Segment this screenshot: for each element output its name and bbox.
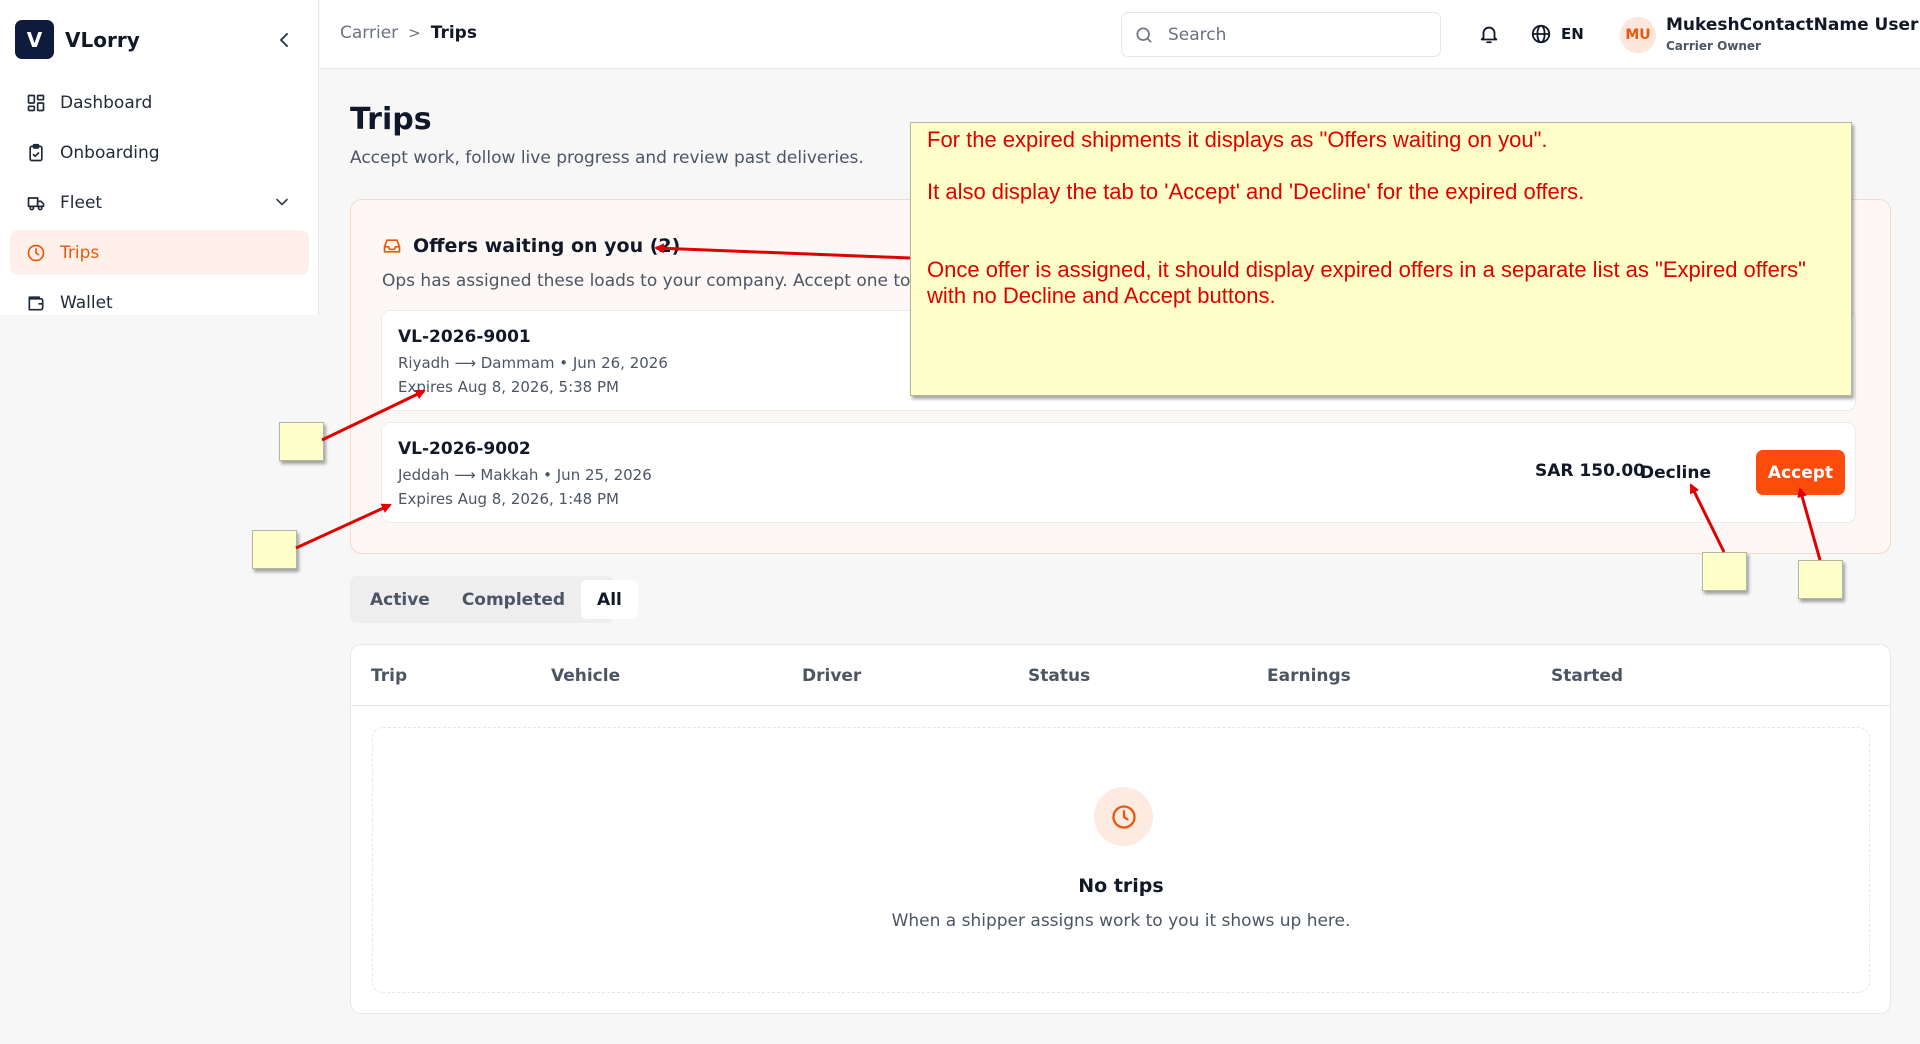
table-header: Trip Vehicle Driver Status Earnings Star… xyxy=(351,645,1890,706)
user-role: Carrier Owner xyxy=(1666,39,1761,53)
grid-icon xyxy=(26,93,46,113)
chevron-down-icon[interactable] xyxy=(272,192,292,212)
trip-filter-tabs: Active Completed All xyxy=(350,576,638,623)
top-header: Carrier > Trips EN MU MukeshContactName … xyxy=(320,0,1920,69)
breadcrumb-carrier[interactable]: Carrier xyxy=(340,23,398,43)
sidebar-item-onboarding[interactable]: Onboarding xyxy=(10,130,309,175)
annotation-sticky-note xyxy=(1702,552,1747,591)
brand-name: VLorry xyxy=(65,27,140,52)
empty-state: No trips When a shipper assigns work to … xyxy=(372,727,1870,993)
sidebar-item-fleet[interactable]: Fleet xyxy=(10,180,309,225)
page-title: Trips xyxy=(350,102,432,137)
annotation-line: Once offer is assigned, it should displa… xyxy=(927,257,1806,308)
globe-icon xyxy=(1530,23,1552,45)
offer-card[interactable]: VL-2026-9002 Jeddah ⟶ Makkah • Jun 25, 2… xyxy=(381,422,1856,523)
sidebar: V VLorry Dashboard Onboarding Fleet Trip… xyxy=(0,0,319,315)
breadcrumb-separator: > xyxy=(408,24,421,42)
bell-icon[interactable] xyxy=(1478,23,1500,45)
annotation-sticky-note xyxy=(1798,560,1843,599)
sidebar-item-label: Trips xyxy=(60,242,100,263)
clipboard-icon xyxy=(26,143,46,163)
annotation-sticky-note xyxy=(279,422,324,461)
search-icon xyxy=(1134,25,1154,45)
empty-state-title: No trips xyxy=(1078,875,1164,897)
inbox-icon xyxy=(382,236,402,256)
tab-all[interactable]: All xyxy=(581,580,638,619)
offer-expiry: Expires Aug 8, 2026, 1:48 PM xyxy=(398,490,619,508)
offers-heading-text: Offers waiting on you (2) xyxy=(413,235,681,257)
offer-route: Jeddah ⟶ Makkah • Jun 25, 2026 xyxy=(398,466,652,484)
trips-table: Trip Vehicle Driver Status Earnings Star… xyxy=(350,644,1891,1014)
sidebar-item-label: Onboarding xyxy=(60,142,160,163)
annotation-sticky-note xyxy=(252,530,297,569)
search-input[interactable] xyxy=(1166,23,1406,46)
page-subtitle: Accept work, follow live progress and re… xyxy=(350,148,864,168)
column-header-trip[interactable]: Trip xyxy=(371,666,407,686)
annotation-line: It also display the tab to 'Accept' and … xyxy=(927,179,1585,204)
collapse-sidebar-icon[interactable] xyxy=(272,28,296,52)
language-switcher[interactable]: EN xyxy=(1530,23,1584,45)
breadcrumb-current: Trips xyxy=(430,23,477,43)
offers-heading: Offers waiting on you (2) xyxy=(382,235,680,257)
accept-button[interactable]: Accept xyxy=(1756,450,1845,495)
clock-icon xyxy=(1094,787,1153,846)
annotation-line: For the expired shipments it displays as… xyxy=(927,127,1548,152)
tab-completed[interactable]: Completed xyxy=(446,580,581,619)
offers-description: Ops has assigned these loads to your com… xyxy=(382,271,941,291)
column-header-vehicle[interactable]: Vehicle xyxy=(551,666,620,686)
sidebar-item-label: Fleet xyxy=(60,192,103,213)
empty-state-description: When a shipper assigns work to you it sh… xyxy=(891,911,1351,931)
annotation-note: For the expired shipments it displays as… xyxy=(910,122,1852,396)
tab-active[interactable]: Active xyxy=(354,580,446,619)
wallet-icon xyxy=(26,293,46,313)
offer-id: VL-2026-9001 xyxy=(398,327,531,347)
avatar: MU xyxy=(1620,17,1656,53)
sidebar-item-dashboard[interactable]: Dashboard xyxy=(10,80,309,125)
decline-button[interactable]: Decline xyxy=(1626,451,1725,494)
search-box[interactable] xyxy=(1121,12,1441,57)
sidebar-item-trips[interactable]: Trips xyxy=(10,230,309,275)
sidebar-nav: Dashboard Onboarding Fleet Trips Wallet xyxy=(10,80,309,330)
column-header-started[interactable]: Started xyxy=(1551,666,1623,686)
sidebar-item-wallet[interactable]: Wallet xyxy=(10,280,309,325)
offer-expiry: Expires Aug 8, 2026, 5:38 PM xyxy=(398,378,619,396)
user-name: MukeshContactName User xyxy=(1666,15,1919,35)
sidebar-item-label: Wallet xyxy=(60,292,113,313)
column-header-driver[interactable]: Driver xyxy=(802,666,861,686)
clock-icon xyxy=(26,243,46,263)
column-header-earnings[interactable]: Earnings xyxy=(1267,666,1351,686)
offer-id: VL-2026-9002 xyxy=(398,439,531,459)
brand[interactable]: V VLorry xyxy=(15,20,140,59)
column-header-status[interactable]: Status xyxy=(1028,666,1090,686)
sidebar-item-label: Dashboard xyxy=(60,92,153,113)
user-menu[interactable]: MU MukeshContactName User Carrier Owner xyxy=(1620,16,1918,53)
language-label: EN xyxy=(1561,25,1584,43)
truck-icon xyxy=(26,193,46,213)
breadcrumb: Carrier > Trips xyxy=(340,23,477,43)
brand-logo: V xyxy=(15,20,54,59)
offer-route: Riyadh ⟶ Dammam • Jun 26, 2026 xyxy=(398,354,668,372)
